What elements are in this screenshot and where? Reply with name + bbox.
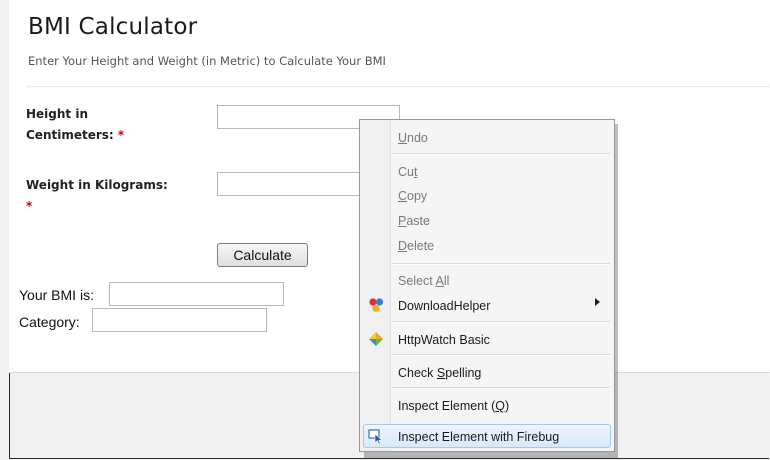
bmi-result-field[interactable] bbox=[109, 282, 284, 306]
menu-separator bbox=[392, 387, 610, 389]
menu-item-httpwatch[interactable]: HttpWatch Basic bbox=[398, 332, 490, 348]
menu-item-undo[interactable]: Undo bbox=[398, 130, 428, 146]
menu-separator bbox=[392, 354, 610, 356]
weight-label-text: Weight in Kilograms: bbox=[26, 178, 168, 192]
menu-separator bbox=[392, 263, 610, 265]
calculate-button[interactable]: Calculate bbox=[217, 243, 308, 267]
downloadhelper-icon bbox=[369, 298, 384, 313]
menu-item-check-spelling[interactable]: Check Spelling bbox=[398, 365, 481, 381]
required-mark: * bbox=[26, 199, 33, 213]
required-mark: * bbox=[117, 128, 125, 142]
weight-label: Weight in Kilograms: * bbox=[26, 175, 168, 217]
menu-item-delete[interactable]: Delete bbox=[398, 238, 434, 254]
height-label: Height in Centimeters: * bbox=[26, 104, 124, 146]
bmi-result-label: Your BMI is: bbox=[19, 287, 94, 303]
page-title: BMI Calculator bbox=[28, 14, 198, 40]
category-field[interactable] bbox=[92, 308, 267, 332]
menu-separator bbox=[392, 321, 610, 323]
header-divider bbox=[27, 86, 770, 87]
menu-item-cut[interactable]: Cut bbox=[398, 164, 417, 180]
context-menu-icon-gutter bbox=[360, 120, 391, 451]
menu-item-paste[interactable]: Paste bbox=[398, 213, 430, 229]
firebug-inspect-icon bbox=[368, 429, 383, 444]
context-menu: Undo Cut Copy Paste Delete Select All Do… bbox=[359, 119, 615, 452]
category-label: Category: bbox=[19, 314, 80, 330]
menu-item-downloadhelper[interactable]: DownloadHelper bbox=[398, 298, 490, 314]
menu-item-copy[interactable]: Copy bbox=[398, 188, 427, 204]
httpwatch-icon bbox=[369, 332, 383, 346]
height-label-line1: Height in bbox=[26, 107, 88, 121]
menu-item-select-all[interactable]: Select All bbox=[398, 273, 449, 289]
menu-item-inspect-with-firebug[interactable]: Inspect Element with Firebug bbox=[398, 429, 559, 445]
menu-item-inspect-element[interactable]: Inspect Element (Q) bbox=[398, 398, 509, 414]
menu-separator bbox=[392, 153, 610, 155]
submenu-arrow-icon bbox=[595, 298, 600, 306]
height-label-line2: Centimeters: bbox=[26, 128, 114, 142]
page-subtitle: Enter Your Height and Weight (in Metric)… bbox=[28, 54, 386, 68]
